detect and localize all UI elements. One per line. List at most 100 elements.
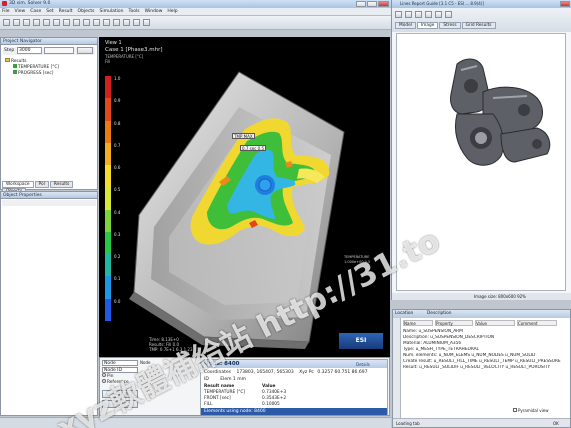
play-icon[interactable] <box>123 19 130 26</box>
tab-pol[interactable]: Pol <box>34 181 49 188</box>
print-icon[interactable] <box>33 19 40 26</box>
open-icon[interactable] <box>13 19 20 26</box>
result-table: Result name Value TEMPERATURE [°C] 0.7340E… <box>204 384 324 408</box>
result-icon <box>13 70 17 74</box>
3d-viewport[interactable]: View 1 Case 1 [Phase3.mhr] TEMPERATURE [… <box>99 37 390 357</box>
unit-value: Elem 1 mm <box>220 377 246 382</box>
back-icon[interactable] <box>395 11 402 18</box>
coord-label: Coordinates <box>204 370 232 375</box>
menu-item-tools[interactable]: Tools <box>129 9 140 14</box>
menu-item-result[interactable]: Result <box>59 9 73 14</box>
details-link[interactable]: Details <box>356 362 370 367</box>
search-button[interactable]: Search <box>102 390 138 398</box>
stop-icon[interactable] <box>133 19 140 26</box>
viewer-tab-image[interactable]: Image <box>416 22 439 29</box>
filter-input[interactable]: 3000 <box>17 47 42 54</box>
pyramidal-view-option[interactable]: Pyramidal view <box>513 408 548 413</box>
viewer-close-button[interactable] <box>560 1 570 7</box>
print-icon[interactable] <box>445 11 452 18</box>
reference-radio[interactable] <box>102 379 106 383</box>
app-title: 3D sim. Solver 9.0 <box>9 1 51 6</box>
new-icon[interactable] <box>3 19 10 26</box>
result-icon <box>13 64 17 68</box>
mesh-icon[interactable] <box>103 19 110 26</box>
close-panel-button[interactable]: Close <box>102 400 138 408</box>
zoom-in-icon[interactable] <box>415 11 422 18</box>
image-size-status: Image size: 800x600 92% <box>474 294 526 299</box>
main-status-bar <box>0 417 391 428</box>
inset-caption: TEMPERATURE 1.000e+00 0.5 <box>344 255 371 264</box>
unit-label: ID <box>204 377 209 382</box>
grid-header-name: Name <box>403 320 433 326</box>
pan-icon[interactable] <box>83 19 90 26</box>
fit-icon[interactable] <box>93 19 100 26</box>
casting-model <box>129 71 345 349</box>
value-header: Value <box>262 384 276 389</box>
esi-logo: ESI <box>339 333 383 349</box>
status-right: OK <box>553 421 559 426</box>
close-button[interactable] <box>378 1 389 7</box>
tab-results[interactable]: Results <box>49 181 74 188</box>
undo-icon[interactable] <box>43 19 50 26</box>
menu-item-window[interactable]: Window <box>145 9 163 14</box>
menu-item-case[interactable]: Case <box>30 9 41 14</box>
rotate-icon[interactable] <box>73 19 80 26</box>
zoom-icon[interactable] <box>63 19 70 26</box>
viewer-status-bar: Image size: 800x600 92% <box>392 293 571 300</box>
left-tool-strip <box>393 318 401 418</box>
node-detail: Node: 8400 Details Coordinates 173803, 1… <box>200 359 388 415</box>
project-navigator-header: Project Navigator <box>1 38 97 45</box>
description-panel: Location Description Name Property Value… <box>392 309 571 428</box>
pyramidal-checkbox[interactable] <box>513 408 517 412</box>
save-icon[interactable] <box>23 19 30 26</box>
node-type-select[interactable]: Node <box>102 360 138 366</box>
steering-knuckle-image <box>450 58 551 166</box>
result-value: 0.7340E+3 <box>262 390 287 395</box>
tree-node-progress[interactable]: PROGRESS [sec] <box>5 70 59 76</box>
pin-radio[interactable] <box>102 373 106 377</box>
viewer-tab-grid[interactable]: Grid Results <box>461 22 496 29</box>
reference-option[interactable]: Reference <box>102 379 138 385</box>
tab-description[interactable]: Description <box>427 311 451 316</box>
rotate-icon[interactable] <box>435 11 442 18</box>
status-left: Loading tab <box>396 421 420 426</box>
xyz-label: Xyz Pc <box>299 370 314 375</box>
node-query-panel: Node Node ID Pin Reference Search Close … <box>99 357 390 416</box>
project-navigator-panel: Project Navigator Step 3000 Results TEMP… <box>0 37 98 195</box>
menu-item-view[interactable]: View <box>15 9 26 14</box>
viewer-tab-stress[interactable]: Stress <box>439 22 461 29</box>
object-properties-panel: Object Properties <box>0 191 98 416</box>
main-title-bar: 3D sim. Solver 9.0 <box>0 0 391 8</box>
grid-header-property: Property <box>435 320 473 326</box>
result-value: 0.3543E+2 <box>262 396 287 401</box>
part-image-area[interactable] <box>396 33 566 291</box>
minimize-button[interactable] <box>356 1 366 7</box>
viewer-title: Lines Report Guide [3.1 C5 - ESI ... 8.9… <box>400 1 484 6</box>
viewport-info: Time: 8.13E+0 Results: Fill 0.0 TMP: 0.7… <box>149 337 193 352</box>
toolbar <box>0 16 391 30</box>
menu-item-set[interactable]: Set <box>46 9 53 14</box>
description-log: Name: u_SUSPENSION_ARM Description: u_SUS… <box>403 329 563 371</box>
result-icon[interactable] <box>113 19 120 26</box>
filter-button[interactable] <box>77 47 93 54</box>
grid-header-comment: Comment <box>517 320 557 326</box>
menu-item-help[interactable]: Help <box>167 9 177 14</box>
tab-location[interactable]: Location <box>395 311 413 316</box>
redo-icon[interactable] <box>53 19 60 26</box>
properties-toolbar <box>2 200 96 206</box>
viewer-window: Lines Report Guide [3.1 C5 - ESI ... 8.9… <box>391 0 571 300</box>
menu-item-file[interactable]: File <box>2 9 10 14</box>
menu-item-objects[interactable]: Objects <box>78 9 95 14</box>
forward-icon[interactable] <box>405 11 412 18</box>
zoom-out-icon[interactable] <box>425 11 432 18</box>
menu-item-simulation[interactable]: Simulation <box>100 9 124 14</box>
grid-header-value: Value <box>475 320 515 326</box>
settings-icon[interactable] <box>143 19 150 26</box>
viewer-tab-model[interactable]: Model <box>395 22 416 29</box>
filter-stepper[interactable] <box>44 47 74 54</box>
tab-workspace[interactable]: Workspace <box>2 181 34 188</box>
callout-time: 0.7 sec 0.5 <box>240 145 267 151</box>
step-label: Step <box>4 48 15 53</box>
property-grid-header: Name Property Value Comment <box>403 320 568 326</box>
maximize-button[interactable] <box>367 1 377 7</box>
